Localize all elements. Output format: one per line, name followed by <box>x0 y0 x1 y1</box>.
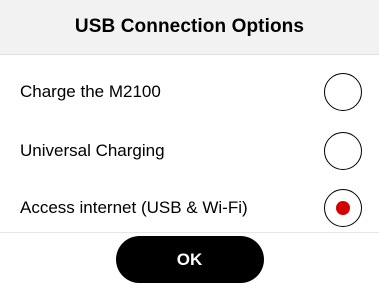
dialog-title: USB Connection Options <box>74 16 305 37</box>
dialog-footer: OK <box>0 232 379 289</box>
radio-selected-dot <box>336 201 350 215</box>
dialog-header: USB Connection Options <box>0 0 379 55</box>
radio-button-unselected[interactable] <box>324 132 362 170</box>
option-label: Universal Charging <box>20 141 165 160</box>
option-universal-charging[interactable]: Universal Charging <box>0 122 379 180</box>
option-access-internet[interactable]: Access internet (USB & Wi-Fi) <box>0 179 379 237</box>
usb-options-dialog: USB Connection Options Charge the M2100 … <box>0 0 379 289</box>
option-charge-m2100[interactable]: Charge the M2100 <box>0 63 379 121</box>
radio-button-unselected[interactable] <box>324 73 362 111</box>
option-label: Charge the M2100 <box>20 82 161 101</box>
radio-button-selected[interactable] <box>324 189 362 227</box>
option-label: Access internet (USB & Wi-Fi) <box>20 198 248 217</box>
ok-button[interactable]: OK <box>115 236 264 283</box>
